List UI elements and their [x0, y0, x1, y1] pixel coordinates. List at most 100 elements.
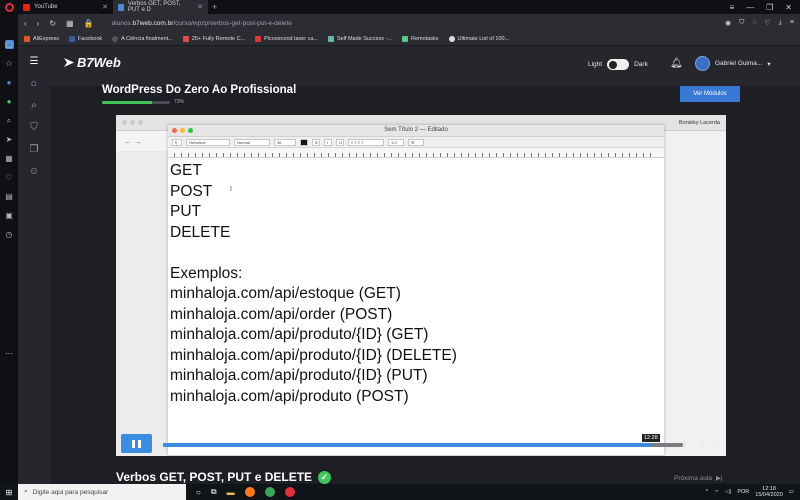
- chrome-icon[interactable]: [264, 487, 275, 497]
- volume-icon[interactable]: ▮: [682, 439, 686, 448]
- news-icon[interactable]: ▤: [5, 192, 14, 201]
- text-color-box: [300, 138, 308, 146]
- site-icon: [327, 35, 334, 42]
- bookmark-remote[interactable]: 25+ Fully Remote C...: [182, 35, 245, 42]
- bookmarks-bar: AliExpress Facebook A Ciência finalment.…: [18, 32, 800, 46]
- settings-icon[interactable]: ⚙: [698, 439, 705, 448]
- recorded-nav-icon: ← →: [124, 137, 143, 146]
- tray-chevron-icon[interactable]: ^: [706, 489, 709, 495]
- modules-button[interactable]: Ver Módulos: [680, 86, 740, 102]
- notifications-icon[interactable]: ▭: [789, 489, 794, 495]
- bookmark-ciencia[interactable]: A Ciência finalment...: [112, 35, 173, 42]
- video-player[interactable]: Bonieky Lacerda ← → Sem Título 2 — Edita…: [116, 115, 726, 456]
- send-icon[interactable]: ➤: [5, 135, 14, 144]
- minimize-icon[interactable]: —: [746, 3, 754, 12]
- site-icon: [255, 35, 262, 42]
- close-tab-icon[interactable]: ✕: [197, 3, 203, 11]
- tab-b7web[interactable]: Verbos GET, POST, PUT e D ✕: [113, 0, 208, 14]
- star-icon[interactable]: ☆: [5, 59, 14, 68]
- shield-icon[interactable]: ⛉: [739, 19, 744, 27]
- support-icon[interactable]: ☺: [28, 166, 40, 178]
- site-header: B7Web Light Dark 🔔︎ Gabriel Guima... ▾: [50, 46, 800, 86]
- firefox-icon[interactable]: [244, 487, 255, 497]
- more-icon[interactable]: ⋯: [5, 349, 14, 358]
- new-tab-icon[interactable]: +: [212, 2, 217, 12]
- course-progress-label: 73%: [174, 99, 185, 105]
- apps-icon[interactable]: ▦: [5, 154, 14, 163]
- bookmark-aliexpress[interactable]: AliExpress: [24, 35, 59, 42]
- certificate-icon[interactable]: ⛉: [28, 122, 40, 134]
- user-menu[interactable]: Gabriel Guima... ▾: [695, 56, 771, 71]
- pause-button[interactable]: [121, 434, 152, 453]
- close-tab-icon[interactable]: ✕: [102, 3, 108, 11]
- seek-bar[interactable]: [163, 443, 683, 447]
- text-cursor-icon: I: [230, 186, 232, 193]
- taskbar-search-input[interactable]: ⌕ Digite aqui para pesquisar: [18, 484, 186, 500]
- next-lesson-link[interactable]: Próxima aula ▶|: [674, 474, 723, 483]
- tab-youtube[interactable]: YouTube ✕: [18, 0, 113, 14]
- reload-icon[interactable]: ↻: [49, 19, 56, 28]
- browser-tab-bar: YouTube ✕ Verbos GET, POST, PUT e D ✕ + …: [0, 0, 800, 14]
- heart-icon[interactable]: ♡: [765, 19, 771, 27]
- speaker-icon[interactable]: ◁): [725, 489, 731, 495]
- facebook-icon: [68, 35, 75, 42]
- back-icon[interactable]: ‹: [24, 19, 27, 28]
- opera-logo-icon[interactable]: [0, 0, 18, 14]
- download-icon[interactable]: ⤓: [779, 19, 782, 27]
- network-icon[interactable]: ⌔: [714, 489, 719, 496]
- font-style-box: Normal: [234, 138, 270, 146]
- site-icon: [448, 35, 455, 42]
- font-family-box: Helvetica: [186, 138, 230, 146]
- windows-taskbar: ⊞ ⌕ Digite aqui para pesquisar ○ ⧉ ▬ ^ ⌔…: [0, 484, 800, 500]
- courses-icon[interactable]: ❐: [28, 144, 40, 156]
- vpn-icon[interactable]: ◌: [752, 19, 756, 27]
- speed-dial-icon[interactable]: ▦: [66, 19, 74, 28]
- menu-icon[interactable]: ≡: [790, 19, 794, 27]
- site-icon: [182, 35, 189, 42]
- heart-sidebar-icon[interactable]: ♡: [5, 173, 14, 182]
- clock[interactable]: 12:18 15/04/2020: [755, 486, 783, 498]
- bookmark-remotasks[interactable]: Remotasks: [402, 35, 439, 42]
- hamburger-menu-icon[interactable]: ☰: [28, 56, 40, 68]
- task-view-icon[interactable]: ⧉: [211, 487, 217, 497]
- video-time: 12:28: [642, 434, 660, 442]
- bold-box: B: [312, 138, 320, 146]
- forward-icon[interactable]: ›: [37, 19, 40, 28]
- bookmark-picosecond[interactable]: Picosecond laser ca...: [255, 35, 318, 42]
- restore-icon[interactable]: ❐: [766, 3, 773, 12]
- b7web-logo[interactable]: B7Web: [64, 55, 121, 70]
- url-field[interactable]: alunos.b7web.com.br/curso/wpzp/verbos-ge…: [112, 20, 292, 27]
- b7web-favicon-icon: [118, 3, 124, 11]
- cortana-icon[interactable]: ○: [196, 488, 201, 497]
- language-indicator[interactable]: POR: [737, 489, 749, 495]
- theme-light-label: Light: [588, 61, 603, 68]
- editor-body: GET POST PUT DELETE Exemplos: minhaloja.com/a…: [168, 158, 664, 407]
- windows-start-icon[interactable]: ⊞: [0, 484, 18, 500]
- history-icon[interactable]: ◷: [5, 230, 14, 239]
- search-icon[interactable]: ⌕: [28, 100, 40, 112]
- opera-icon[interactable]: [284, 487, 295, 497]
- tab-search-icon[interactable]: ≡: [729, 3, 734, 12]
- window-close-icon[interactable]: ✕: [785, 3, 792, 12]
- theme-toggle[interactable]: [607, 59, 630, 70]
- bookmark-facebook[interactable]: Facebook: [68, 35, 102, 42]
- sidebar-search-icon[interactable]: ⌕: [5, 116, 14, 125]
- bell-icon[interactable]: 🔔︎: [670, 58, 683, 69]
- next-lesson-label: Próxima aula: [674, 474, 712, 482]
- bookmark-selfmade[interactable]: Self Made Success -...: [327, 35, 392, 42]
- editor-title: Sem Título 2 — Editado: [384, 127, 448, 133]
- pause-icon: [132, 439, 141, 448]
- home-icon[interactable]: ⌂: [28, 78, 40, 90]
- file-explorer-icon[interactable]: ▬: [227, 488, 235, 497]
- opera-sidebar: ▢ ☆ ● ● ⌕ ➤ ▦ ♡ ▤ ▣ ◷ ⋯: [0, 14, 18, 484]
- bookmark-ultimate[interactable]: Ultimate List of 100...: [448, 35, 509, 42]
- check-icon[interactable]: ✓: [318, 470, 332, 484]
- whatsapp-icon[interactable]: ●: [5, 97, 14, 106]
- lock-icon: 🔒: [83, 18, 94, 28]
- speed-dial-sidebar-icon[interactable]: ▢: [4, 40, 14, 49]
- editor-ruler: [168, 148, 664, 158]
- messenger-icon[interactable]: ●: [5, 78, 14, 87]
- camera-icon[interactable]: ◉: [725, 19, 731, 27]
- fullscreen-icon[interactable]: ⤢: [712, 439, 718, 449]
- snapshot-icon[interactable]: ▣: [5, 211, 14, 220]
